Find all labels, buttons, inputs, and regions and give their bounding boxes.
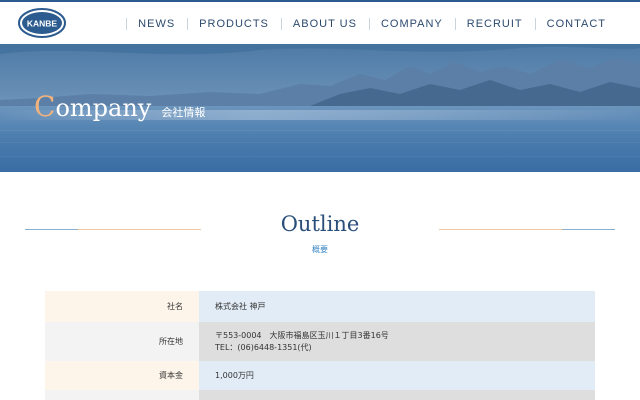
row-label: 資本金 xyxy=(45,361,199,390)
row-value: 株式会社 神戸 xyxy=(199,291,595,322)
row-value: 〒553-0004 大阪市福島区玉川１丁目3番16号 TEL：(06)6448-… xyxy=(199,322,595,361)
section-subtitle: 概要 xyxy=(312,245,328,254)
hero-title: ompany xyxy=(55,94,152,122)
hero-banner: Company 会社情報 xyxy=(0,44,640,172)
row-label: 所在地 xyxy=(45,322,199,361)
hero-heading: Company 会社情報 xyxy=(34,90,205,123)
nav-recruit[interactable]: RECRUIT xyxy=(454,17,535,31)
nav-products[interactable]: PRODUCTS xyxy=(187,17,281,31)
logo-text: KANBE xyxy=(27,19,58,29)
main-nav: NEWS PRODUCTS ABOUT US COMPANY RECRUIT C… xyxy=(126,2,640,46)
nav-about-us[interactable]: ABOUT US xyxy=(280,17,369,31)
company-name-value: 株式会社 神戸 xyxy=(215,301,266,311)
nav-news[interactable]: NEWS xyxy=(126,17,187,31)
site-header: KANBE NEWS PRODUCTS ABOUT US COMPANY REC… xyxy=(0,0,640,44)
nav-company[interactable]: COMPANY xyxy=(368,17,455,31)
nav-contact[interactable]: CONTACT xyxy=(534,17,640,31)
table-row-partial xyxy=(45,390,595,400)
table-row-company-name: 社名 株式会社 神戸 xyxy=(45,291,595,322)
phone-value: TEL：(06)6448-1351(代) xyxy=(215,342,312,352)
row-label xyxy=(45,390,199,400)
row-value: 1,000万円 xyxy=(199,361,595,390)
table-row-address: 所在地 〒553-0004 大阪市福島区玉川１丁目3番16号 TEL：(06)6… xyxy=(45,322,595,361)
kanbe-logo[interactable]: KANBE xyxy=(18,8,66,38)
row-label: 社名 xyxy=(45,291,199,322)
hero-subtitle: 会社情報 xyxy=(161,106,206,119)
company-info-table: 社名 株式会社 神戸 所在地 〒553-0004 大阪市福島区玉川１丁目3番16… xyxy=(45,291,595,400)
address-value: 〒553-0004 大阪市福島区玉川１丁目3番16号 xyxy=(215,330,389,340)
table-row-capital: 資本金 1,000万円 xyxy=(45,361,595,390)
row-value xyxy=(199,390,595,400)
section-title: Outline xyxy=(280,212,360,236)
capital-value: 1,000万円 xyxy=(215,370,254,380)
hero-title-initial: C xyxy=(34,90,56,123)
